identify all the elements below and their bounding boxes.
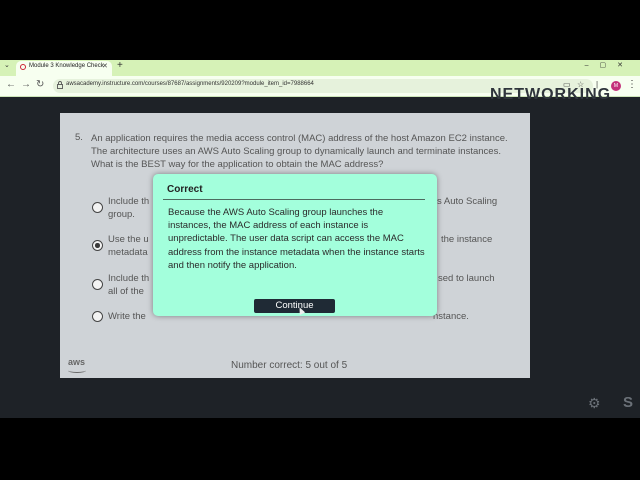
avatar[interactable]: M xyxy=(611,81,621,91)
option-text-3-line2[interactable]: all of the xyxy=(108,285,144,298)
option-text-4-start[interactable]: Write the xyxy=(108,310,146,323)
option-radio-4[interactable] xyxy=(92,311,103,322)
modal-divider xyxy=(163,199,425,200)
question-text: An application requires the media access… xyxy=(91,133,508,170)
option-radio-1[interactable] xyxy=(92,202,103,213)
option-text-1-end[interactable]: s Auto Scaling xyxy=(437,195,497,208)
tab-menu-icon[interactable]: ⌄ xyxy=(4,61,10,69)
aws-logo: aws xyxy=(68,357,86,367)
modal-body: Because the AWS Auto Scaling group launc… xyxy=(168,207,425,271)
favicon-icon xyxy=(20,64,26,70)
new-tab-icon[interactable]: + xyxy=(117,60,123,71)
lock-icon[interactable] xyxy=(57,81,63,89)
option-text-2-start[interactable]: Use the u xyxy=(108,233,149,246)
reload-icon[interactable]: ↻ xyxy=(36,79,44,90)
gear-icon[interactable]: ⚙ xyxy=(588,395,601,412)
maximize-icon[interactable]: ▢ xyxy=(600,62,618,69)
continue-button[interactable]: Continue xyxy=(254,299,335,313)
option-text-4-end[interactable]: nstance. xyxy=(433,310,469,323)
modal-title: Correct xyxy=(167,184,203,195)
minimize-icon[interactable]: – xyxy=(585,62,600,69)
option-text-2-end[interactable]: the instance xyxy=(441,233,492,246)
back-icon[interactable]: ← xyxy=(6,79,16,90)
score-text: Number correct: 5 out of 5 xyxy=(231,360,348,371)
question-number: 5. xyxy=(75,132,83,143)
url-text[interactable]: awsacademy.instructure.com/courses/87687… xyxy=(66,81,314,87)
option-radio-2[interactable] xyxy=(92,240,103,251)
aws-logo-smile xyxy=(68,368,86,373)
option-text-3-start[interactable]: Include th xyxy=(108,272,149,285)
kebab-menu-icon[interactable]: ⋮ xyxy=(627,79,637,90)
window-close-icon[interactable]: ✕ xyxy=(617,62,634,69)
option-text-1-line2[interactable]: group. xyxy=(108,208,135,221)
window-controls[interactable]: –▢✕ xyxy=(585,61,634,69)
watermark: NETWORKING xyxy=(490,86,612,103)
option-text-3-end[interactable]: sed to launch xyxy=(438,272,495,285)
forward-icon[interactable]: → xyxy=(21,79,31,90)
option-text-1-start[interactable]: Include th xyxy=(108,195,149,208)
close-icon[interactable]: ✕ xyxy=(102,62,108,70)
option-text-2-line2[interactable]: metadata xyxy=(108,246,148,259)
tab-title: Module 3 Knowledge Check xyxy=(29,63,104,69)
corner-mark: S xyxy=(623,394,634,411)
option-radio-3[interactable] xyxy=(92,279,103,290)
